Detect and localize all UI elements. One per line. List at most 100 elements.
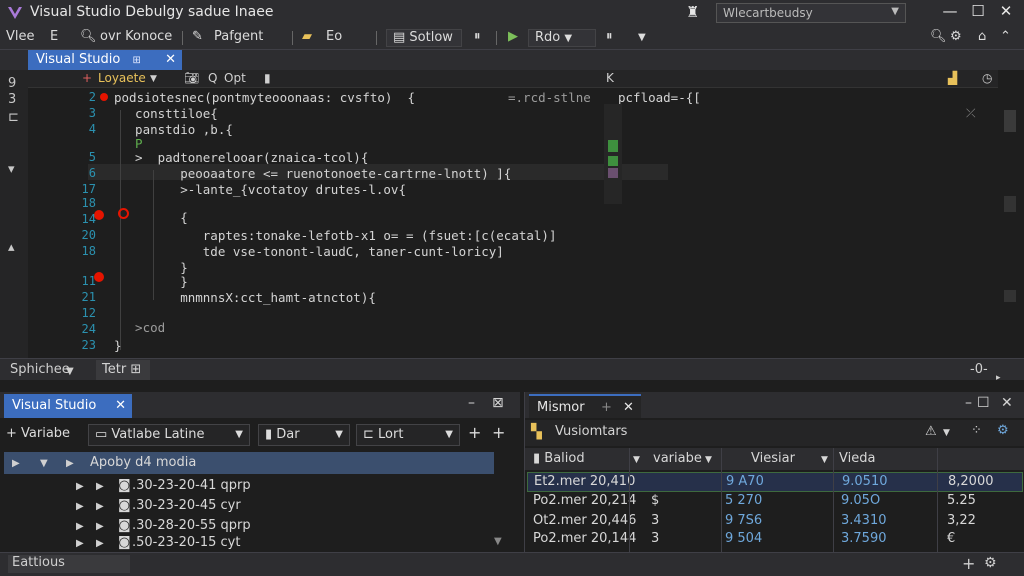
column-header-label[interactable]: variabe — [653, 451, 702, 466]
add-watch-icon[interactable]: + — [492, 423, 505, 442]
code-editor[interactable]: + Loyaete ▼ 📷︎ Q Opt ▮ K ▟ ◷ 2 3 4 5 6 1… — [28, 70, 1024, 358]
feedback-icon[interactable]: ⚙ — [984, 555, 997, 571]
chevron-down-icon[interactable]: ▼ — [150, 74, 157, 84]
column-header[interactable]: ▮ Baliod — [533, 451, 585, 466]
close-panel-icon[interactable]: ✕ — [1001, 395, 1013, 411]
table-row[interactable]: Et2.mer 20,410 9 A70 9.0510 8,2000 — [527, 472, 1023, 492]
overflow-chevron-icon[interactable]: ▼ — [638, 32, 646, 43]
close-tab-icon[interactable]: ✕ — [165, 50, 176, 70]
chevron-down-icon[interactable]: ▼ — [705, 455, 712, 465]
collapse-all-icon[interactable]: ⤫ — [966, 106, 976, 121]
tree-row[interactable]: ▶ ▶ ◙ .30-23-20-41 qprp — [0, 476, 500, 496]
code-line[interactable]: } — [120, 274, 188, 289]
account-icon[interactable]: ♜ — [686, 3, 699, 21]
expand-corner-icon[interactable]: ▸ — [996, 373, 1001, 383]
code-line[interactable]: tde vse-tonont-laudC, taner-cunt-loricy] — [120, 244, 504, 259]
table-row[interactable]: Po2.mer 20,144 3 9 504 3.7590 € — [527, 530, 1023, 550]
pin-icon[interactable]: + — [601, 396, 612, 420]
tree-row[interactable]: ▶ ▶ ◙ .50-23-20-15 cyt ▼ — [0, 534, 502, 552]
chevron-down-icon[interactable]: ▼ — [943, 428, 950, 438]
code-line[interactable]: >cod — [120, 320, 165, 335]
tree-row-selected[interactable]: ▶ ▼ ▶ Apoby d4 modia — [4, 452, 494, 474]
scroll-arrow-down-icon[interactable]: ▾ — [8, 162, 15, 177]
tab-watch[interactable]: Mismor + ✕ — [529, 394, 641, 418]
column-header-label[interactable]: Vieda — [839, 451, 875, 466]
expand-arrow-icon[interactable]: ▶ — [96, 518, 104, 533]
chevron-down-icon[interactable]: ▼ — [633, 455, 640, 465]
menu-edit[interactable]: E — [50, 29, 58, 44]
close-tab-icon[interactable]: ✕ — [623, 396, 634, 420]
vertical-scrollbar[interactable] — [998, 70, 1024, 358]
lort-dropdown[interactable]: ⊏ Lort ▼ — [356, 424, 460, 446]
close-tab-icon[interactable]: ✕ — [115, 394, 126, 418]
search-icon[interactable]: 🔍︎ — [930, 29, 947, 44]
add-variable-button[interactable]: + Variabe — [6, 426, 70, 441]
expand-arrow-icon[interactable]: ▶ — [66, 455, 74, 470]
navbar-mid-label[interactable]: Opt — [224, 71, 246, 85]
search-code-icon[interactable]: Q — [208, 71, 217, 85]
scroll-down-icon[interactable]: ▼ — [494, 536, 502, 547]
code-line[interactable]: consttiloe{ — [120, 106, 218, 121]
pin-panel-icon[interactable]: ⊠ — [492, 395, 504, 411]
status-left-label[interactable]: Eattious — [8, 555, 130, 573]
code-line[interactable]: raptes:tonake-lefotb-x1 o= = (fsuet:[c(e… — [120, 228, 557, 243]
tree-row[interactable]: ▶ ▶ ◙ .30-28-20-55 qprp — [0, 516, 500, 536]
code-line[interactable]: > padtonerelooar(znaica-tcol){ — [120, 150, 368, 165]
scrollbar-thumb[interactable] — [1004, 110, 1016, 132]
collapse-icon[interactable]: ⌃ — [1000, 29, 1011, 44]
footer-left-label[interactable]: Sphichee — [10, 362, 70, 377]
maximize-panel-icon[interactable]: ☐ — [977, 395, 990, 411]
table-row[interactable]: Po2.mer 20,214 $ 5 270 9.05O 5.25 — [527, 492, 1023, 512]
expand-arrow-icon[interactable]: ▶ — [76, 518, 84, 533]
minimize-button[interactable]: — — [936, 2, 964, 20]
expand-arrow-icon[interactable]: ▶ — [76, 498, 84, 513]
breakpoint-icon[interactable] — [100, 93, 108, 101]
expand-arrow-icon[interactable]: ▶ — [76, 478, 84, 493]
notification-icon[interactable]: ⌂ — [978, 29, 986, 44]
tab-locals[interactable]: Visual Studio ✕ — [4, 394, 132, 418]
expand-arrow-icon[interactable]: ▶ — [96, 498, 104, 513]
navbar-left-dropdown[interactable]: Loyaete — [98, 71, 146, 85]
code-line[interactable]: >-lante_{vcotatoy drutes-l.ov{ — [120, 182, 406, 197]
pafgent-button[interactable]: Pafgent — [214, 29, 263, 44]
pause-icon[interactable]: ⏸ — [606, 29, 613, 44]
footer-right-label[interactable]: -0- — [970, 362, 988, 377]
warning-icon[interactable]: ⚠ — [925, 424, 937, 439]
tree-row[interactable]: ▶ ▶ ◙ .30-23-20-45 cyr — [0, 496, 500, 516]
code-line[interactable]: panstdio ,b.{ — [120, 122, 233, 137]
add-icon[interactable]: + — [468, 423, 481, 442]
table-row[interactable]: Ot2.mer 20,446 3 9 7S6 3.4310 3,22 — [527, 512, 1023, 532]
code-line[interactable]: mnmnnsX:cct_hamt-atnctot){ — [120, 290, 376, 305]
dar-dropdown[interactable]: ▮ Dar ▼ — [258, 424, 350, 446]
chevron-down-icon[interactable]: ▼ — [821, 455, 828, 465]
search-toolbar-icon[interactable]: 🔍︎ — [80, 29, 97, 44]
bar-chart-icon[interactable]: ▟ — [948, 71, 957, 85]
footer-tab[interactable]: Tetr ⊞ — [96, 360, 150, 380]
chevron-down-icon[interactable]: ▼ — [891, 6, 899, 17]
code-line[interactable]: } — [114, 338, 122, 353]
eo-button[interactable]: Eo — [326, 29, 342, 44]
pin-icon[interactable]: ⊞ — [133, 55, 141, 66]
column-header-label[interactable]: Viesiar — [751, 451, 795, 466]
add-icon[interactable]: + — [962, 554, 975, 573]
scroll-arrow-up-icon[interactable]: ▴ — [8, 240, 15, 255]
code-line[interactable]: P — [120, 136, 143, 151]
pause-icon[interactable]: ⏸ — [474, 29, 481, 44]
menu-our-kondoce[interactable]: ovr Konoce — [100, 29, 172, 44]
sotlow-button[interactable]: ▤ Sotlow — [386, 29, 462, 47]
rdo-dropdown[interactable]: Rdo ▼ — [528, 29, 596, 47]
expand-arrow-icon[interactable]: ▶ — [12, 455, 20, 470]
minimize-panel-icon[interactable]: – — [965, 395, 972, 411]
expand-arrow-icon[interactable]: ▼ — [40, 455, 48, 470]
minimize-panel-icon[interactable]: – — [468, 395, 475, 411]
code-line[interactable]: peooaatore <= ruenotonoete-cartrne-lnott… — [120, 166, 511, 181]
camera-icon[interactable]: 📷︎ — [184, 71, 199, 85]
variable-filter-dropdown[interactable]: ▭ Vatlabe Latine ▼ — [88, 424, 250, 446]
code-line[interactable]: { — [120, 210, 188, 225]
add-icon[interactable]: + — [82, 71, 92, 85]
close-button[interactable]: ✕ — [992, 2, 1020, 20]
search-box[interactable]: Wlecartbeudsy ▼ — [716, 3, 906, 23]
grid-icon[interactable]: ⁘ — [971, 423, 982, 438]
gutter-label-2[interactable]: 3 — [8, 92, 16, 107]
gutter-label-1[interactable]: 9 — [8, 76, 16, 91]
